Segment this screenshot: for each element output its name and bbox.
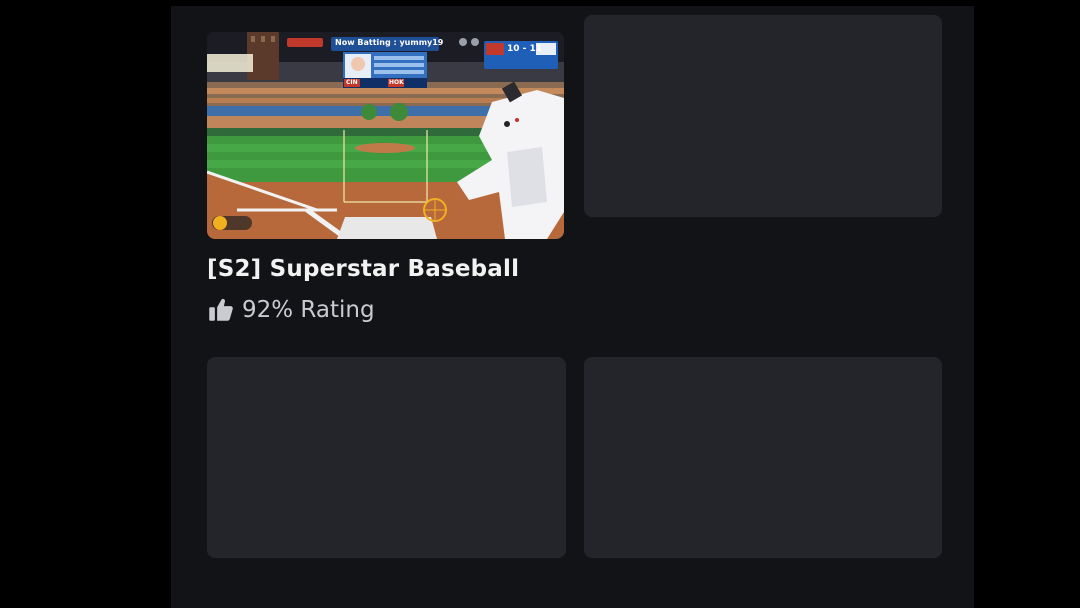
baseball-scene-image	[207, 32, 564, 239]
game-card-placeholder[interactable]	[584, 357, 942, 558]
rating-text: 92% Rating	[242, 296, 375, 323]
game-grid-panel: Now Batting : yummy19 CIN HOK 10 - 11 [S…	[171, 6, 974, 608]
game-title[interactable]: [S2] Superstar Baseball	[207, 256, 519, 282]
game-card-placeholder[interactable]	[584, 15, 942, 217]
game-card-placeholder[interactable]	[207, 357, 566, 558]
home-team-label: HOK	[389, 79, 404, 86]
game-thumbnail[interactable]: Now Batting : yummy19 CIN HOK 10 - 11	[207, 32, 564, 239]
scoreboard-score: 10 - 11	[507, 44, 543, 54]
away-team-label: CIN	[346, 79, 358, 86]
now-batting-banner: Now Batting : yummy19	[335, 38, 444, 47]
thumbs-up-icon	[209, 298, 233, 321]
rating-row: 92% Rating	[207, 296, 375, 323]
